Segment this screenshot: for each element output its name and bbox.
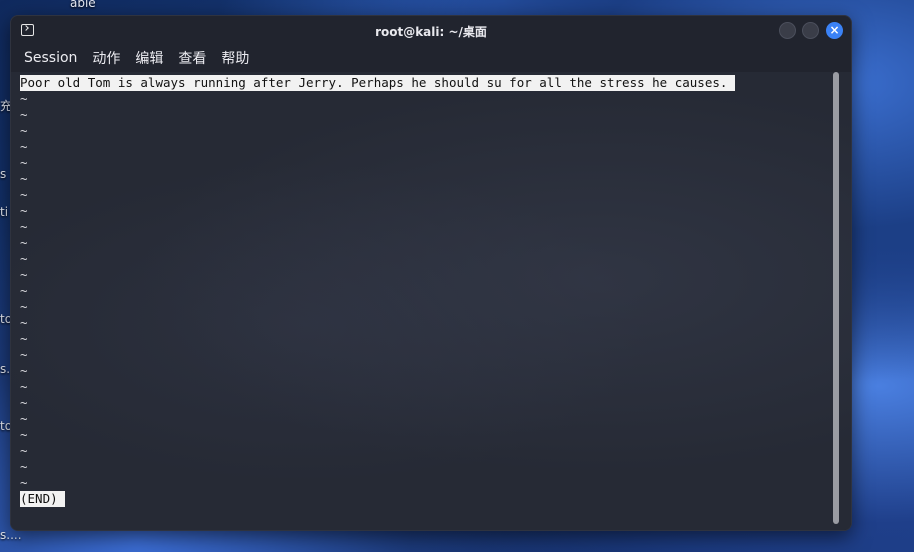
window-titlebar[interactable]: root@kali: ~/桌面 × (11, 16, 851, 46)
desktop-icon-label[interactable]: ti (0, 205, 8, 219)
empty-line-tilde: ~ (20, 427, 28, 442)
empty-line-tilde: ~ (20, 219, 28, 234)
empty-line-tilde: ~ (20, 203, 28, 218)
desktop-icon-label[interactable]: s. (0, 362, 10, 376)
window-title: root@kali: ~/桌面 (375, 24, 487, 39)
maximize-button[interactable] (802, 22, 819, 39)
empty-line-tilde: ~ (20, 347, 28, 362)
empty-line-tilde: ~ (20, 251, 28, 266)
close-button[interactable]: × (826, 22, 843, 39)
scrollbar[interactable] (833, 72, 839, 524)
empty-line-tilde: ~ (20, 443, 28, 458)
empty-line-tilde: ~ (20, 299, 28, 314)
empty-line-tilde: ~ (20, 395, 28, 410)
empty-line-tilde: ~ (20, 123, 28, 138)
menu-actions[interactable]: 动作 (92, 48, 120, 68)
empty-line-tilde: ~ (20, 107, 28, 122)
desktop-icon-label[interactable]: able (70, 0, 96, 10)
minimize-button[interactable] (779, 22, 796, 39)
menu-view[interactable]: 查看 (178, 48, 206, 68)
menu-edit[interactable]: 编辑 (135, 48, 163, 68)
empty-line-tilde: ~ (20, 91, 28, 106)
pager-end-marker: (END) (20, 491, 66, 507)
empty-line-tilde: ~ (20, 139, 28, 154)
empty-line-tilde: ~ (20, 475, 28, 490)
empty-line-tilde: ~ (20, 363, 28, 378)
terminal-text-line: Poor old Tom is always running after Jer… (20, 75, 735, 91)
menu-session[interactable]: Session (24, 50, 77, 66)
empty-line-tilde: ~ (20, 315, 28, 330)
menu-bar: Session 动作 编辑 查看 帮助 (11, 46, 264, 70)
empty-line-tilde: ~ (20, 331, 28, 346)
empty-line-tilde: ~ (20, 283, 28, 298)
empty-line-tilde: ~ (20, 411, 28, 426)
desktop-icon-label[interactable]: s (0, 167, 6, 181)
terminal-content[interactable]: Poor old Tom is always running after Jer… (11, 72, 851, 530)
empty-line-tilde: ~ (20, 267, 28, 282)
menu-help[interactable]: 帮助 (221, 48, 249, 68)
terminal-icon (21, 24, 34, 36)
empty-line-tilde: ~ (20, 379, 28, 394)
empty-line-tilde: ~ (20, 155, 28, 170)
empty-line-tilde: ~ (20, 459, 28, 474)
empty-line-tilde: ~ (20, 235, 28, 250)
empty-line-tilde: ~ (20, 171, 28, 186)
empty-line-tilde: ~ (20, 187, 28, 202)
terminal-window[interactable]: root@kali: ~/桌面 × Session 动作 编辑 查看 帮助 Po… (10, 15, 852, 531)
